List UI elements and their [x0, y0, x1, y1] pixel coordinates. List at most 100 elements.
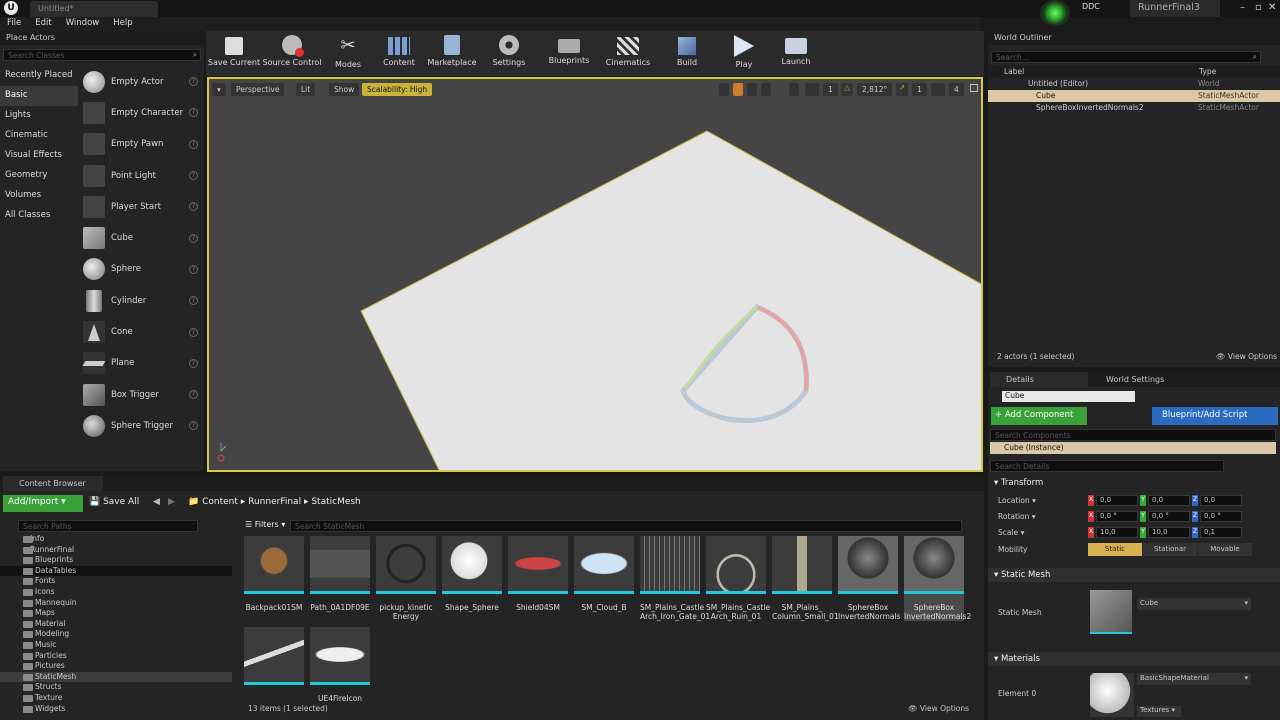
add-import-button[interactable]: Add/Import ▾ — [3, 495, 83, 512]
actor-point-light[interactable]: Point Light? — [78, 160, 204, 191]
rotate-icon[interactable] — [733, 83, 743, 96]
grid-size-button[interactable]: 1 — [823, 83, 838, 96]
category-geometry[interactable]: Geometry — [0, 166, 78, 186]
actor-empty-character[interactable]: Empty Character? — [78, 97, 204, 128]
component-instance-row[interactable]: Cube (Instance) — [990, 442, 1276, 454]
help-icon[interactable]: ? — [189, 358, 198, 368]
content-browser-tab[interactable]: Content Browser — [3, 476, 103, 491]
help-icon[interactable]: ? — [189, 108, 198, 118]
asset-tile[interactable]: SM_Cloud_B — [574, 536, 634, 621]
folder-item[interactable]: Fonts — [0, 576, 232, 587]
outliner-row-selected[interactable]: Cube StaticMeshActor — [988, 90, 1280, 102]
column-label[interactable]: Label — [1004, 67, 1024, 76]
help-icon[interactable]: ? — [189, 202, 198, 212]
help-icon[interactable]: ? — [189, 296, 198, 306]
translate-icon[interactable] — [719, 83, 729, 96]
help-icon[interactable]: ? — [189, 171, 198, 181]
filters-button[interactable]: ☰ Filters ▾ — [245, 520, 285, 529]
actor-empty-pawn[interactable]: Empty Pawn? — [78, 129, 204, 160]
help-icon[interactable]: ? — [189, 390, 198, 400]
breadcrumb-content[interactable]: Content — [202, 497, 238, 507]
menu-help[interactable]: Help — [106, 17, 139, 29]
settings-button[interactable]: Settings — [480, 31, 538, 76]
actor-sphere[interactable]: Sphere? — [78, 254, 204, 285]
mobility-static[interactable]: Static — [1088, 543, 1142, 556]
material-thumbnail[interactable] — [1090, 673, 1134, 717]
column-type[interactable]: Type — [1199, 67, 1216, 76]
minimize-icon[interactable]: – — [1240, 2, 1245, 13]
cinematics-button[interactable]: Cinematics — [600, 31, 656, 76]
play-button[interactable]: Play — [718, 31, 770, 76]
category-lights[interactable]: Lights — [0, 106, 78, 126]
blueprints-button[interactable]: Blueprints — [538, 31, 600, 76]
help-icon[interactable]: ? — [189, 327, 198, 337]
tab-world-settings[interactable]: World Settings — [1090, 372, 1188, 387]
asset-tile[interactable]: SM_Plains_ Column_Small_01 — [772, 536, 839, 621]
folder-item[interactable]: RunnerFinal — [0, 545, 232, 556]
asset-tile[interactable]: SM_Plains_Castle Arch_Ruin_01 — [706, 536, 770, 621]
actor-sphere-trigger[interactable]: Sphere Trigger? — [78, 410, 204, 441]
tab-details[interactable]: Details — [990, 372, 1088, 387]
material-dropdown[interactable]: BasicShapeMaterial ▾ — [1137, 673, 1251, 685]
add-component-button[interactable]: + Add Component — [991, 407, 1087, 425]
blueprint-add-script-button[interactable]: Blueprint/Add Script — [1152, 407, 1278, 425]
static-mesh-section[interactable]: ▾ Static Mesh — [988, 568, 1280, 582]
build-button[interactable]: Build — [656, 31, 718, 76]
actor-name-input[interactable]: Cube — [1002, 391, 1135, 402]
folder-item[interactable]: Maps — [0, 608, 232, 619]
folder-item[interactable]: Icons — [0, 587, 232, 598]
scale-snap-button[interactable]: 1 — [912, 83, 927, 96]
folder-item[interactable]: Widgets — [0, 704, 232, 715]
content-button[interactable]: Content — [374, 31, 424, 76]
save-current-button[interactable]: Save Current — [206, 31, 262, 76]
asset-tile[interactable]: UE4FireIcon — [310, 627, 370, 703]
folder-item[interactable]: Texture — [0, 693, 232, 704]
help-icon[interactable]: ? — [189, 233, 198, 243]
category-basic[interactable]: Basic — [0, 86, 78, 106]
search-paths-input[interactable]: Search Paths — [18, 520, 198, 532]
folder-item[interactable]: Pictures — [0, 661, 232, 672]
folder-item[interactable]: Particles — [0, 651, 232, 662]
search-components-input[interactable]: Search Components — [990, 429, 1276, 441]
folder-item[interactable]: Material — [0, 619, 232, 630]
category-recently-placed[interactable]: Recently Placed — [0, 66, 78, 86]
folder-item[interactable]: Structs — [0, 682, 232, 693]
actor-box-trigger[interactable]: Box Trigger? — [78, 379, 204, 410]
search-staticmesh-input[interactable]: Search StaticMesh — [290, 520, 962, 532]
outliner-view-options[interactable]: 👁 View Options — [1216, 352, 1277, 361]
materials-section[interactable]: ▾ Materials — [988, 652, 1280, 666]
help-icon[interactable]: ? — [189, 77, 198, 87]
scale-x-input[interactable]: 10,0 — [1096, 527, 1138, 538]
surface-snap-icon[interactable] — [789, 83, 799, 96]
category-cinematic[interactable]: Cinematic — [0, 126, 78, 146]
category-visual-effects[interactable]: Visual Effects — [0, 146, 78, 166]
rotation-y-input[interactable]: 0,0 ° — [1148, 511, 1190, 522]
grid-snap-icon[interactable] — [805, 83, 819, 96]
scale-label[interactable]: Scale ▾ — [998, 528, 1024, 537]
rotation-snap-icon[interactable]: △ — [841, 83, 853, 96]
scale-y-input[interactable]: 10,0 — [1148, 527, 1190, 538]
back-arrow-icon[interactable]: ◀ — [153, 497, 160, 507]
help-icon[interactable]: ? — [189, 264, 198, 274]
folder-item[interactable]: Music — [0, 640, 232, 651]
perspective-button[interactable]: Perspective — [231, 83, 285, 96]
actor-empty-actor[interactable]: Empty Actor? — [78, 66, 204, 97]
scale-snap-icon[interactable]: ↗ — [896, 83, 908, 96]
forward-arrow-icon[interactable]: ▶ — [168, 497, 175, 507]
asset-tile[interactable]: SphereBox InvertedNormals — [838, 536, 900, 621]
actor-player-start[interactable]: Player Start? — [78, 191, 204, 222]
marketplace-button[interactable]: Marketplace — [424, 31, 480, 76]
folder-item[interactable]: Blueprints — [0, 555, 232, 566]
mobility-stationary[interactable]: Stationar — [1143, 543, 1197, 556]
rotation-snap-button[interactable]: 2,812° — [857, 83, 893, 96]
help-icon[interactable]: ? — [189, 421, 198, 431]
folder-item[interactable]: Mannequin — [0, 598, 232, 609]
breadcrumb-staticmesh[interactable]: StaticMesh — [311, 497, 360, 507]
folder-item[interactable]: DataTables — [0, 565, 232, 577]
location-y-input[interactable]: 0,0 — [1148, 495, 1190, 506]
folder-item[interactable]: Info — [0, 534, 232, 545]
outliner-row[interactable]: Untitled (Editor) World — [988, 78, 1280, 90]
source-control-status-icon[interactable] — [1040, 0, 1070, 26]
folder-item-selected[interactable]: StaticMesh — [0, 671, 232, 683]
rotation-x-input[interactable]: 0,0 ° — [1096, 511, 1138, 522]
